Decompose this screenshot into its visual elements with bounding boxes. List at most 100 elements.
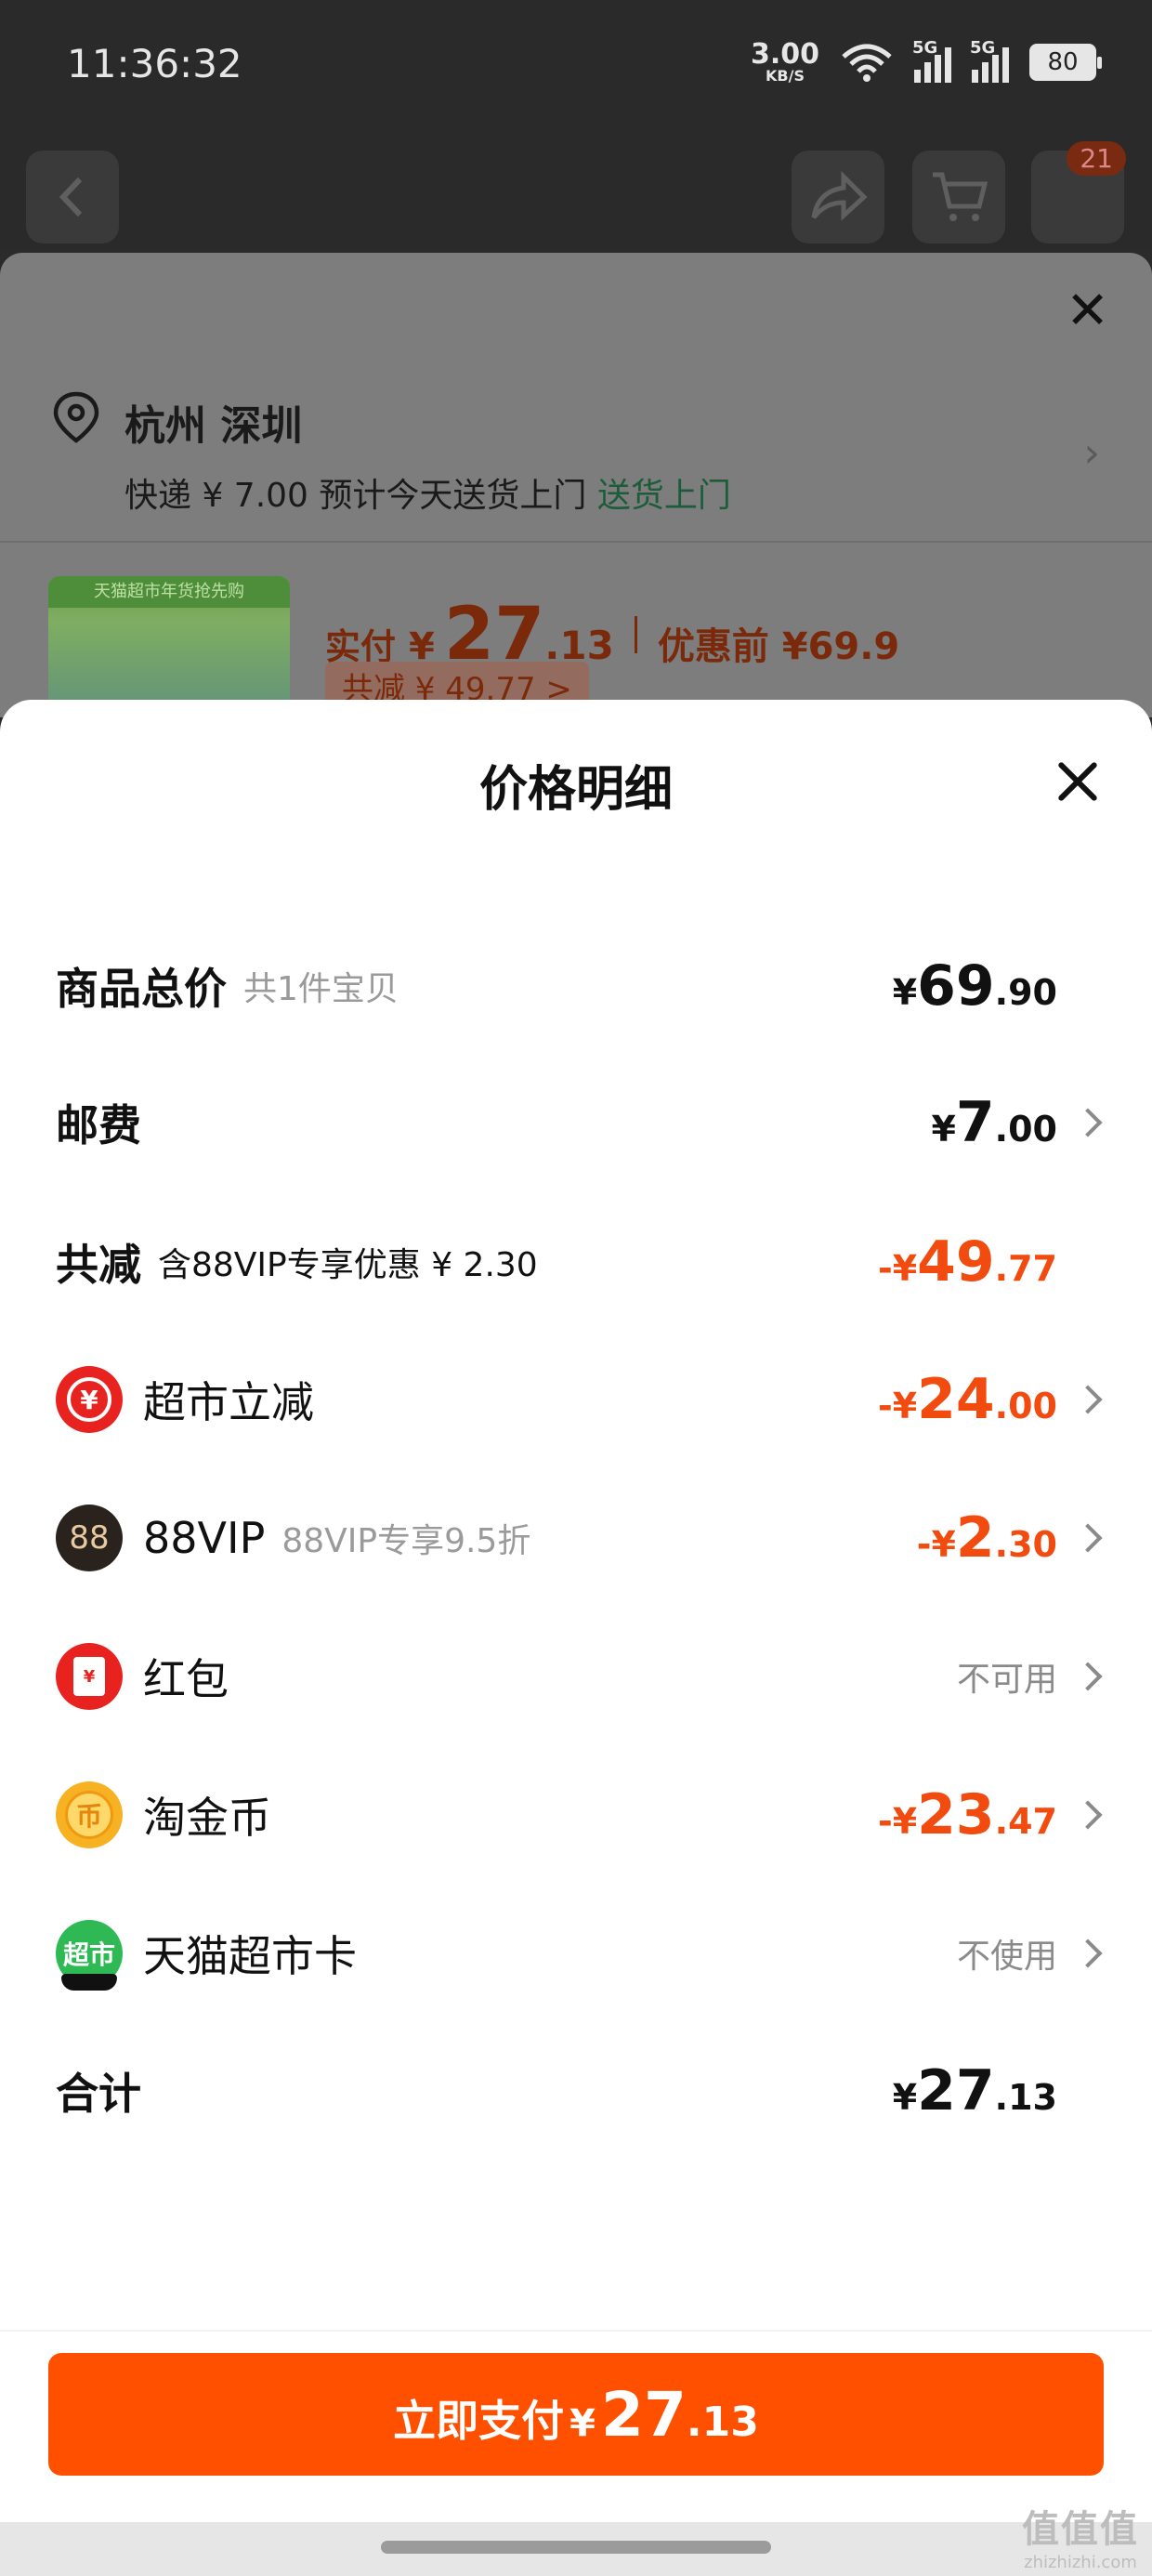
vip-discount-row[interactable]: 88 88VIP 88VIP专享9.5折 -¥ 2 .30 — [0, 1492, 1152, 1584]
pay-int: 27 — [601, 2379, 687, 2451]
red-packet-icon: ¥ — [56, 1643, 123, 1710]
more-button[interactable]: 21 — [1031, 141, 1126, 243]
total-row: 合计 ¥ 27 .13 — [0, 2044, 1152, 2137]
status-text: 不使用 — [956, 1938, 1057, 1976]
status-bar: 11:36:32 3.00 KB/S 5G 5G 80 — [0, 0, 1152, 139]
amount-dec: .47 — [994, 1801, 1057, 1842]
coins-amount: -¥ 23 .47 — [878, 1782, 1057, 1847]
amount-dec: .30 — [994, 1524, 1057, 1565]
total-discount-note: 含88VIP专享优惠 ¥ 2.30 — [158, 1246, 538, 1284]
currency-symbol: -¥ — [877, 1801, 918, 1842]
chevron-right-icon[interactable] — [1073, 1939, 1103, 1968]
amount-dec: .77 — [994, 1248, 1057, 1289]
pay-label: 立即支付 — [393, 2396, 565, 2446]
page-title: 价格明细 — [478, 762, 673, 818]
divider — [0, 541, 1152, 543]
back-button[interactable] — [26, 151, 119, 243]
sim1-label: 5G — [912, 38, 938, 58]
home-indicator[interactable] — [381, 2541, 771, 2554]
subtotal-note: 共1件宝贝 — [243, 970, 399, 1008]
shipping-sheet: ✕ 杭州 深圳 快递 ¥ 7.00 预计今天送货上门 送货上门 › 天猫超市年货… — [0, 253, 1152, 725]
tmall-supermarket-icon: 超市 — [56, 1920, 123, 1991]
shipping-amount: ¥ 7 .00 — [931, 1090, 1057, 1155]
yen-icon: ¥ — [67, 1377, 111, 1422]
supermarket-discount-amount: -¥ 24 .00 — [878, 1367, 1057, 1432]
currency-symbol: -¥ — [877, 1248, 918, 1289]
redpacket-label: 红包 — [143, 1654, 229, 1704]
supermarket-card-status: 不使用 — [957, 1929, 1057, 1978]
amount-int: 7 — [955, 1090, 995, 1155]
wifi-icon — [842, 44, 892, 82]
share-button[interactable] — [792, 151, 884, 243]
vip-discount-amount: -¥ 2 .30 — [917, 1505, 1057, 1571]
chevron-right-icon[interactable] — [1073, 1800, 1103, 1830]
coins-row[interactable]: 币 淘金币 -¥ 23 .47 — [0, 1768, 1152, 1861]
share-icon — [811, 171, 868, 221]
subtotal-label: 商品总价 — [56, 964, 227, 1014]
cart-button[interactable] — [912, 151, 1005, 243]
supermarket-discount-icon: ¥ — [56, 1366, 123, 1433]
product-banner: 天猫超市年货抢先购 — [48, 576, 290, 608]
network-speed-value: 3.00 — [750, 38, 819, 71]
watermark-url: zhizhizhi.com — [1024, 2553, 1137, 2572]
total-discount-amount: -¥ 49 .77 — [878, 1229, 1057, 1295]
status-text: 不可用 — [956, 1661, 1057, 1699]
chevron-right-icon[interactable] — [1073, 1385, 1103, 1414]
price-detail-panel: 价格明细 商品总价 共1件宝贝 ¥ 69 .90 邮费 ¥ 7 .00 共减 含… — [0, 700, 1152, 2576]
total-discount-row: 共减 含88VIP专享优惠 ¥ 2.30 -¥ 49 .77 — [0, 1216, 1152, 1308]
chevron-right-icon[interactable] — [1073, 1108, 1103, 1137]
supermarket-discount-label: 超市立减 — [143, 1377, 314, 1427]
sheet-close-button[interactable]: ✕ — [1066, 281, 1109, 341]
amount-int: 2 — [955, 1505, 995, 1571]
redpacket-row[interactable]: ¥ 红包 不可用 — [0, 1630, 1152, 1723]
currency-symbol: ¥ — [931, 1109, 956, 1150]
redpacket-status: 不可用 — [957, 1652, 1057, 1701]
total-discount-label: 共减 — [56, 1240, 141, 1290]
original-price: 优惠前 ¥69.9 — [657, 625, 900, 668]
currency-symbol: -¥ — [916, 1524, 956, 1565]
network-speed-unit: KB/S — [766, 67, 805, 85]
total-label: 合计 — [56, 2069, 141, 2119]
battery-icon: 80 — [1029, 44, 1102, 81]
pay-dec: .13 — [686, 2399, 759, 2446]
chevron-right-icon[interactable]: › — [1083, 429, 1100, 477]
vip-note: 88VIP专享9.5折 — [281, 1522, 531, 1560]
battery-level: 80 — [1047, 48, 1079, 76]
coins-label: 淘金币 — [143, 1793, 271, 1843]
home-bar-area: 值值值 zhizhizhi.com — [0, 2508, 1152, 2576]
shipping-highlight: 送货上门 — [596, 477, 731, 515]
vip-88-icon: 88 — [56, 1505, 123, 1571]
chevron-right-icon[interactable] — [1073, 1523, 1103, 1553]
chevron-right-icon[interactable] — [1073, 1662, 1103, 1691]
currency-symbol: ¥ — [892, 2077, 918, 2118]
supermarket-discount-row[interactable]: ¥ 超市立减 -¥ 24 .00 — [0, 1353, 1152, 1446]
signal-icon-sim1: 5G — [912, 38, 951, 83]
supermarket-card-row[interactable]: 超市 天猫超市卡 不使用 — [0, 1907, 1152, 2000]
watermark: 值值值 zhizhizhi.com — [1022, 2499, 1139, 2572]
pay-now-button[interactable]: 立即支付 ¥ 27 .13 — [48, 2353, 1104, 2476]
amount-int: 24 — [917, 1367, 995, 1432]
cat-ears-icon — [61, 1974, 117, 1991]
shipping-row[interactable]: 邮费 ¥ 7 .00 — [0, 1076, 1152, 1169]
card-glyph: 超市 — [62, 1939, 115, 1970]
currency-symbol: -¥ — [877, 1386, 918, 1426]
shipping-info: 快递 ¥ 7.00 预计今天送货上门 送货上门 — [124, 468, 731, 517]
total-amount: ¥ 27 .13 — [893, 2058, 1057, 2123]
vip-label: 88VIP — [143, 1513, 266, 1563]
supermarket-card-label: 天猫超市卡 — [143, 1931, 357, 1981]
pay-yen: ¥ — [569, 2402, 596, 2445]
top-nav: 21 — [0, 139, 1152, 251]
coin-glyph: 币 — [65, 1791, 113, 1839]
cart-icon — [933, 172, 988, 221]
status-time: 11:36:32 — [67, 41, 242, 86]
amount-int: 69 — [917, 953, 995, 1019]
amount-dec: .90 — [994, 972, 1057, 1013]
gold-coin-icon: 币 — [56, 1781, 123, 1848]
close-button[interactable] — [1055, 759, 1100, 804]
cart-badge: 21 — [1067, 141, 1126, 176]
shipping-text: 快递 ¥ 7.00 预计今天送货上门 — [124, 477, 587, 515]
envelope-icon: ¥ — [73, 1657, 105, 1696]
amount-dec: .00 — [994, 1109, 1057, 1150]
back-icon — [59, 177, 83, 217]
delivery-city[interactable]: 杭州 深圳 — [124, 392, 302, 452]
